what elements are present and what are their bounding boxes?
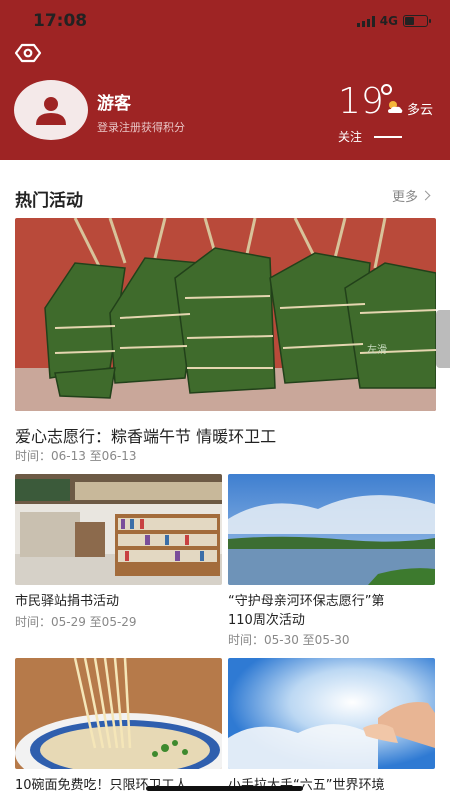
card-image-river[interactable] (228, 474, 435, 585)
follow-placeholder (374, 136, 402, 138)
eye-icon[interactable] (14, 42, 42, 64)
hero-activity-title[interactable]: 爱心志愿行：粽香端午节 情暖环卫工 (15, 423, 276, 447)
side-drawer-handle[interactable] (436, 310, 450, 368)
status-bar: 17:08 4G (0, 0, 450, 40)
hero-activity-image[interactable]: 左滑 (15, 218, 436, 411)
more-link[interactable]: 更多 (392, 186, 431, 205)
card-title-river-line2[interactable]: 110周次活动 (228, 611, 305, 631)
swipe-hint: 左滑 (367, 343, 387, 356)
degree-symbol (381, 84, 392, 95)
chevron-right-icon (420, 190, 431, 201)
status-indicators: 4G (356, 14, 431, 28)
follow-button[interactable]: 关注 (338, 128, 362, 145)
hero-activity-time: 时间：06-13 至06-13 (15, 449, 137, 463)
weather-condition: 多云 (407, 103, 434, 118)
status-time: 17:08 (33, 11, 88, 31)
user-name[interactable]: 游客 (97, 89, 131, 114)
home-indicator[interactable] (146, 786, 303, 791)
card-time-river: 时间：05-30 至05-30 (228, 633, 350, 647)
signal-icon (356, 15, 375, 27)
network-label: 4G (379, 14, 398, 28)
card-image-book-donation[interactable] (15, 474, 222, 585)
card-image-noodles[interactable] (15, 658, 222, 769)
user-icon (36, 97, 66, 125)
profile-header: 17:08 4G 游客 登录注册获得积分 19 多云 关注 (0, 0, 450, 160)
card-title-book-donation[interactable]: 市民驿站捐书活动 (15, 592, 119, 612)
battery-level (405, 17, 415, 25)
card-image-hands-sky[interactable] (228, 658, 435, 769)
avatar[interactable] (14, 80, 88, 140)
battery-icon (403, 15, 431, 27)
card-time-book-donation: 时间：05-29 至05-29 (15, 615, 137, 629)
login-prompt[interactable]: 登录注册获得积分 (97, 119, 185, 135)
more-label: 更多 (392, 190, 419, 205)
card-title-river-line1[interactable]: “守护母亲河环保志愿行”第 (228, 592, 384, 612)
partly-cloudy-icon (388, 101, 403, 113)
section-title: 热门活动 (15, 191, 83, 211)
temperature: 19 (338, 81, 384, 122)
